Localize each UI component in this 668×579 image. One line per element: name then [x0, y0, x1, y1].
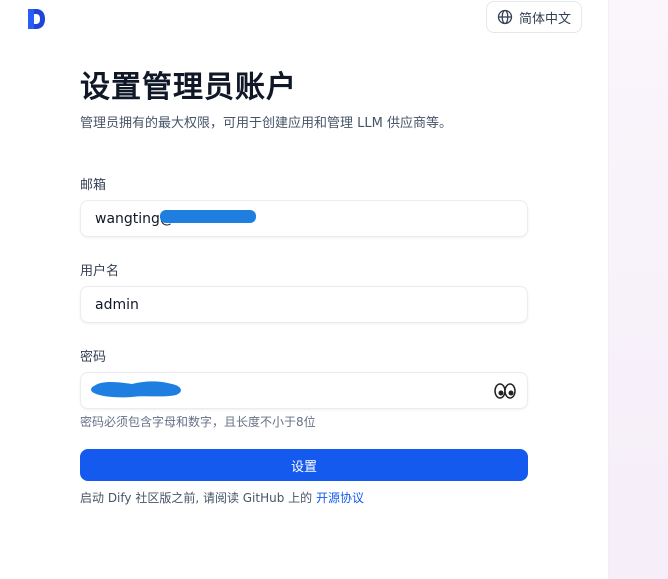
license-notice-text: 启动 Dify 社区版之前, 请阅读 GitHub 上的 [80, 491, 316, 505]
language-selector-button[interactable]: 简体中文 [486, 1, 582, 33]
open-source-license-link[interactable]: 开源协议 [316, 491, 364, 505]
email-field[interactable] [80, 200, 528, 237]
setup-submit-button[interactable]: 设置 [80, 449, 528, 481]
page-subtitle: 管理员拥有的最大权限，可用于创建应用和管理 LLM 供应商等。 [80, 116, 452, 131]
eyes-icon[interactable] [494, 382, 516, 400]
password-label: 密码 [80, 350, 107, 365]
page-title: 设置管理员账户 [80, 70, 297, 105]
username-label: 用户名 [80, 264, 120, 279]
dify-logo-icon [28, 9, 45, 29]
language-label: 简体中文 [518, 11, 571, 27]
username-field[interactable] [80, 286, 528, 323]
email-redaction-mark [160, 210, 256, 223]
password-redaction-mark [91, 381, 181, 398]
license-notice: 启动 Dify 社区版之前, 请阅读 GitHub 上的 开源协议 [80, 489, 364, 506]
decorative-side-panel [608, 0, 668, 579]
email-label: 邮箱 [80, 178, 107, 193]
password-hint: 密码必须包含字母和数字，且长度不小于8位 [80, 415, 316, 429]
globe-icon [497, 9, 513, 25]
